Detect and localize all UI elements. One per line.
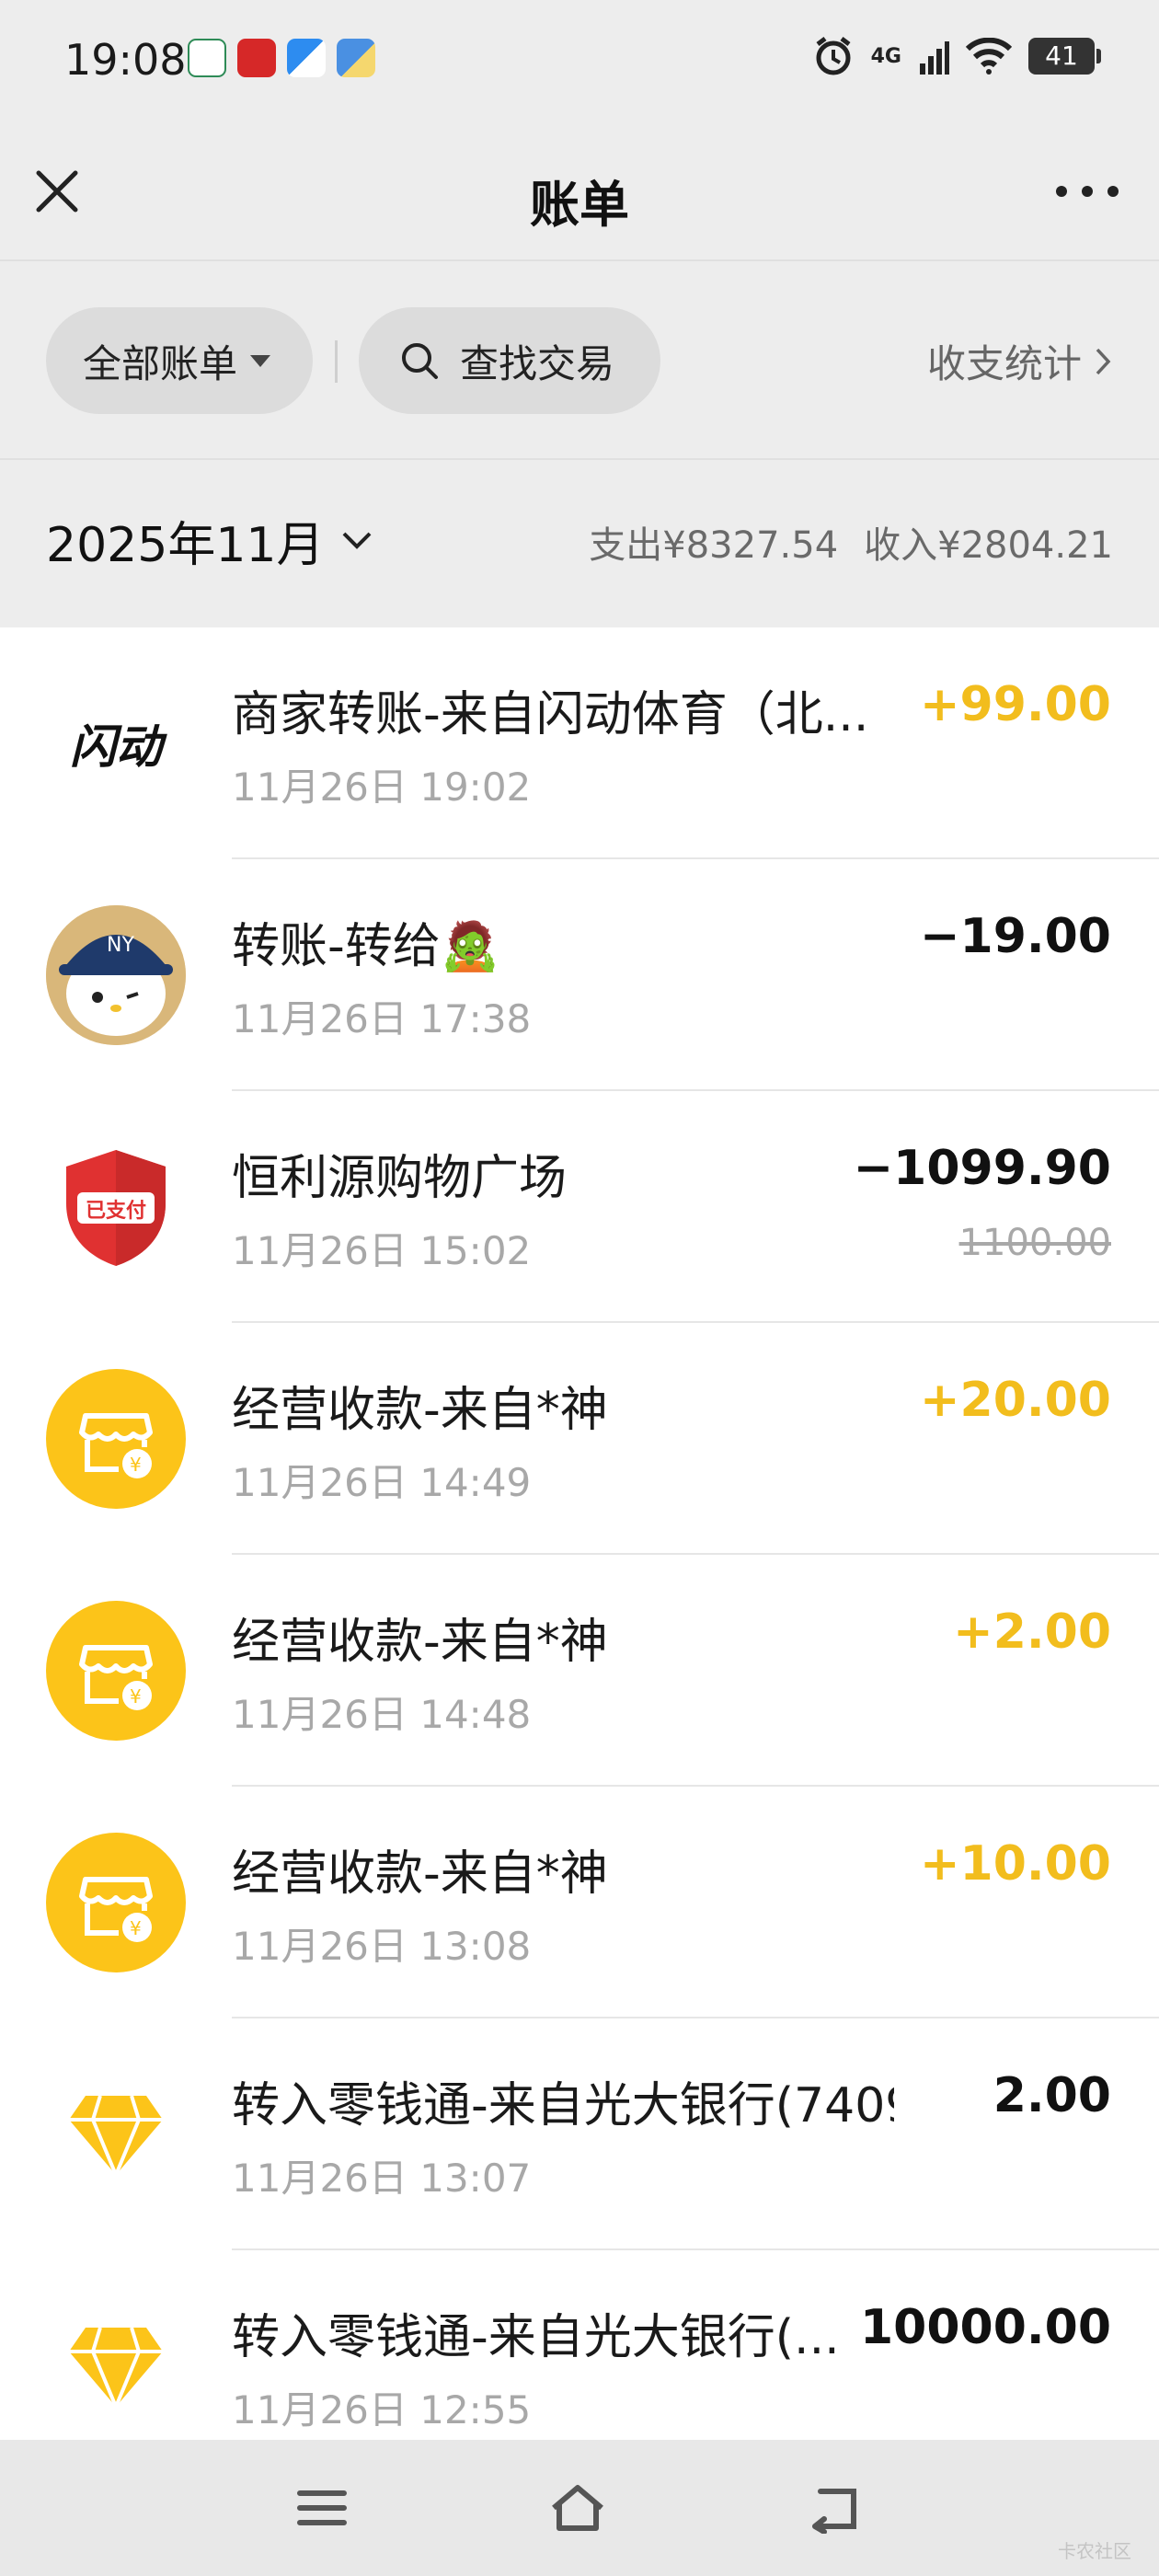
divider	[335, 340, 338, 383]
search-transactions-button[interactable]: 查找交易	[359, 307, 660, 414]
expense-total: 支出¥8327.54	[589, 524, 839, 567]
search-label: 查找交易	[460, 340, 615, 386]
transaction-row[interactable]: 闪动 商家转账-来自闪动体育（北... 11月26日 19:02 +99.00	[0, 627, 1159, 859]
caret-down-icon	[250, 354, 271, 367]
transaction-amount: 10000.00	[859, 2300, 1111, 2355]
network-type: 4G	[870, 44, 901, 68]
transaction-title: 转入零钱通-来自光大银行(7409)	[232, 2078, 894, 2133]
blue-app-icon	[287, 39, 326, 77]
chevron-down-icon	[342, 532, 371, 549]
transaction-amount: +10.00	[919, 1836, 1111, 1892]
month-label: 2025年11月	[46, 518, 325, 573]
red-app-icon	[237, 39, 276, 77]
transaction-amount: −1099.90	[853, 1141, 1111, 1196]
status-time: 19:08	[64, 35, 187, 85]
file-app-icon	[337, 39, 375, 77]
postal-app-icon	[188, 39, 226, 77]
transaction-list: 闪动 商家转账-来自闪动体育（北... 11月26日 19:02 +99.00 …	[0, 627, 1159, 2440]
transaction-time: 11月26日 13:07	[232, 2156, 532, 2201]
paid-label: 已支付	[85, 1200, 146, 1223]
transaction-time: 11月26日 13:08	[232, 1924, 532, 1969]
alarm-icon	[816, 37, 851, 75]
transaction-time: 11月26日 12:55	[232, 2387, 532, 2432]
merchant-store-icon: ¥	[46, 1833, 186, 1972]
chevron-right-icon	[1096, 348, 1111, 374]
transaction-row[interactable]: ¥ 经营收款-来自*神 11月26日 13:08 +10.00	[0, 1787, 1159, 2018]
paid-shield-icon: 已支付	[46, 1137, 186, 1277]
diamond-icon	[46, 2064, 186, 2204]
transaction-title: 经营收款-来自*神	[232, 1846, 608, 1902]
transaction-amount: 2.00	[993, 2068, 1111, 2123]
page-title: 账单	[530, 176, 629, 234]
transaction-row[interactable]: 转入零钱通-来自光大银行(7409) 11月26日 13:07 2.00	[0, 2018, 1159, 2250]
status-app-icons	[188, 39, 375, 77]
transaction-row[interactable]: 转入零钱通-来自光大银行(... 11月26日 12:55 10000.00	[0, 2250, 1159, 2440]
home-icon[interactable]	[550, 2482, 605, 2534]
diamond-icon	[46, 2296, 186, 2436]
store-icon: ¥	[79, 1413, 153, 1478]
transaction-title: 经营收款-来自*神	[232, 1383, 608, 1438]
status-bar: 19:08 4G 41	[0, 0, 1159, 129]
month-selector[interactable]: 2025年11月	[46, 506, 373, 575]
transaction-time: 11月26日 17:38	[232, 996, 532, 1041]
svg-text:NY: NY	[107, 934, 134, 957]
menu-icon[interactable]	[294, 2482, 350, 2534]
transaction-time: 11月26日 14:49	[232, 1460, 532, 1505]
transaction-amount: +99.00	[919, 677, 1111, 732]
more-icon[interactable]	[1052, 175, 1122, 208]
wifi-icon	[966, 38, 1012, 75]
month-summary-row: 2025年11月 支出¥8327.54 收入¥2804.21	[0, 462, 1159, 626]
transaction-row[interactable]: ¥ 经营收款-来自*神 11月26日 14:49 +20.00	[0, 1323, 1159, 1555]
transaction-row[interactable]: ¥ 经营收款-来自*神 11月26日 14:48 +2.00	[0, 1555, 1159, 1787]
original-amount: 1100.00	[958, 1222, 1111, 1264]
back-icon[interactable]	[808, 2482, 863, 2534]
transaction-row[interactable]: NY 转账-转给🧟 11月26日 17:38 −19.00	[0, 859, 1159, 1091]
transaction-amount: +2.00	[953, 1604, 1111, 1660]
transaction-title: 转入零钱通-来自光大银行(...	[232, 2310, 840, 2365]
system-nav-bar: 卡农社区	[0, 2440, 1159, 2576]
bill-page: 19:08 4G 41 账单 全部账单 查找交易 收支统计 2025年11月 支…	[0, 0, 1159, 2576]
transaction-amount: +20.00	[919, 1373, 1111, 1428]
transaction-title: 商家转账-来自闪动体育（北...	[232, 687, 869, 742]
battery-icon: 41	[1028, 38, 1101, 75]
transaction-time: 11月26日 19:02	[232, 765, 532, 810]
all-bills-label: 全部账单	[83, 340, 238, 386]
svg-text:¥: ¥	[130, 1917, 142, 1939]
merchant-store-icon: ¥	[46, 1601, 186, 1741]
signal-icon	[920, 41, 949, 75]
all-bills-dropdown[interactable]: 全部账单	[46, 307, 313, 414]
svg-text:¥: ¥	[130, 1685, 142, 1708]
transaction-time: 11月26日 15:02	[232, 1228, 532, 1273]
diamond-shape-icon	[69, 2327, 163, 2412]
income-expense-stats-link[interactable]: 收支统计	[927, 333, 1111, 389]
transaction-title: 恒利源购物广场	[232, 1151, 568, 1206]
store-icon: ¥	[79, 1645, 153, 1710]
income-total: 收入¥2804.21	[864, 524, 1113, 567]
transaction-amount: −19.00	[919, 909, 1111, 964]
shandong-logo-text: 闪动	[70, 720, 162, 774]
transaction-title: 转账-转给🧟	[232, 919, 500, 974]
filter-bar: 全部账单 查找交易 收支统计	[0, 263, 1159, 460]
shandong-logo: 闪动	[46, 673, 186, 813]
store-icon: ¥	[79, 1877, 153, 1942]
month-totals: 支出¥8327.54 收入¥2804.21	[589, 515, 1113, 569]
user-avatar: NY	[46, 905, 186, 1045]
status-indicators: 4G 41	[812, 35, 1101, 77]
stats-label: 收支统计	[926, 341, 1082, 386]
transaction-time: 11月26日 14:48	[232, 1692, 532, 1737]
transaction-title: 经营收款-来自*神	[232, 1615, 608, 1670]
search-icon	[402, 343, 438, 379]
nav-bar: 账单	[0, 129, 1159, 261]
diamond-shape-icon	[69, 2095, 163, 2180]
transaction-row[interactable]: 已支付 恒利源购物广场 11月26日 15:02 −1099.90 1100.0…	[0, 1091, 1159, 1323]
watermark: 卡农社区	[1058, 2540, 1131, 2562]
merchant-store-icon: ¥	[46, 1369, 186, 1509]
cartoon-cat-cap-avatar-icon: NY	[46, 905, 186, 1045]
svg-text:¥: ¥	[130, 1454, 142, 1476]
